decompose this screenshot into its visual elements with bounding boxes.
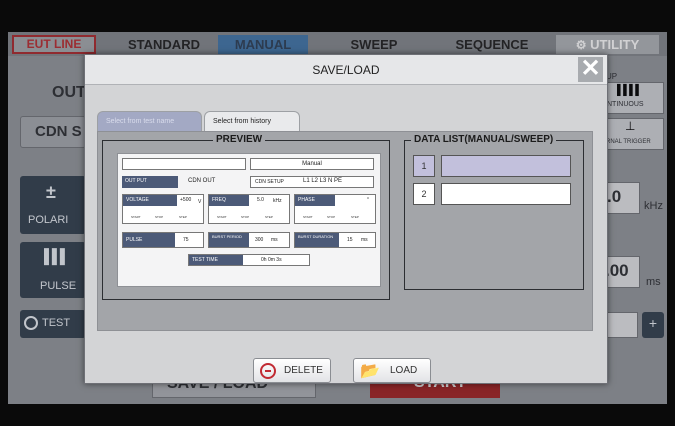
preview-test-time-label: TEST TIME [189, 255, 243, 265]
preview-pulse-label: PULSE [123, 233, 175, 247]
preview-burst-duration-label: BURST DURATION [295, 233, 339, 247]
preview-label: PREVIEW [213, 134, 266, 146]
tab-select-from-history[interactable]: Select from history [204, 111, 300, 131]
screen: EUT LINE STANDARD MANUAL SWEEP SEQUENCE … [0, 0, 675, 426]
preview-voltage: VOLTAGE +500 V START STOP STEP [122, 194, 204, 224]
preview-freq-stop: STOP [241, 215, 250, 219]
dialog-header: SAVE/LOAD ✕ [85, 55, 607, 85]
preview-freq-step: STEP [265, 215, 273, 219]
dialog-title: SAVE/LOAD [312, 63, 380, 77]
preview-cdn-setup-value: L1 L2 L3 N PE [303, 178, 343, 184]
preview-test-time-value: 0h 0m 3s [261, 257, 282, 263]
preview-phase-start: START [303, 215, 313, 219]
preview-voltage-start: START [131, 215, 141, 219]
preview-cdn-setup: CDN SETUP L1 L2 L3 N PE [250, 176, 374, 188]
preview-burst-period-unit: ms [271, 237, 278, 243]
load-label: LOAD [390, 365, 418, 376]
preview-freq-unit: kHz [273, 198, 282, 204]
data-list-label: DATA LIST(MANUAL/SWEEP) [411, 134, 557, 146]
preview-pulse-value: 75 [183, 237, 189, 243]
preview-voltage-stop: STOP [155, 215, 164, 219]
preview-voltage-step: STEP [179, 215, 187, 219]
preview-voltage-label: VOLTAGE [123, 195, 177, 206]
delete-label: DELETE [284, 365, 323, 376]
data-list-row-1[interactable] [441, 155, 571, 177]
preview-phase-step: STEP [351, 215, 359, 219]
preview-group: PREVIEW Manual OUT PUT CDN OUT CDN SETUP… [102, 134, 390, 300]
preview-name-field [122, 158, 246, 170]
data-list-row-2-number[interactable]: 2 [413, 183, 435, 205]
app-window: EUT LINE STANDARD MANUAL SWEEP SEQUENCE … [8, 32, 667, 404]
preview-burst-period-label: BURST PERIOD [209, 233, 249, 247]
preview-freq-value: 5.0 [257, 197, 264, 203]
preview-freq-start: START [217, 215, 227, 219]
preview-output-label: OUT PUT [122, 176, 178, 188]
data-list-group: DATA LIST(MANUAL/SWEEP) 1 2 [404, 134, 584, 290]
preview-burst-duration-value: 15 [347, 237, 353, 243]
preview-voltage-unit: V [198, 199, 202, 205]
close-button[interactable]: ✕ [578, 57, 603, 82]
folder-open-icon: 📂 [360, 363, 380, 380]
preview-card: Manual OUT PUT CDN OUT CDN SETUP L1 L2 L… [117, 153, 381, 287]
preview-phase-stop: STOP [327, 215, 336, 219]
preview-burst-duration: BURST DURATION 15 ms [294, 232, 376, 248]
tab-select-from-test-name[interactable]: Select from test name [97, 111, 202, 131]
preview-test-time: TEST TIME 0h 0m 3s [188, 254, 310, 266]
delete-button[interactable]: DELETE [253, 358, 331, 383]
preview-burst-period: BURST PERIOD 300 ms [208, 232, 290, 248]
preview-burst-period-value: 300 [255, 237, 264, 243]
data-list-row-2[interactable] [441, 183, 571, 205]
preview-phase-unit: ° [367, 197, 369, 203]
preview-phase-label: PHASE [295, 195, 335, 206]
preview-freq: FREQ 5.0 kHz START STOP STEP [208, 194, 290, 224]
preview-pulse: PULSE 75 [122, 232, 204, 248]
preview-voltage-value: +500 [180, 197, 192, 203]
history-panel: PREVIEW Manual OUT PUT CDN OUT CDN SETUP… [97, 131, 593, 331]
load-button[interactable]: 📂 LOAD [353, 358, 431, 383]
preview-freq-label: FREQ [209, 195, 249, 206]
preview-cdn-setup-label: CDN SETUP [255, 179, 284, 185]
preview-phase: PHASE ° START STOP STEP [294, 194, 376, 224]
preview-burst-duration-unit: ms [361, 237, 368, 243]
preview-mode: Manual [250, 158, 374, 170]
delete-icon [260, 363, 276, 379]
close-icon: ✕ [580, 55, 601, 82]
preview-output-value: CDN OUT [188, 178, 216, 184]
data-list-row-1-number[interactable]: 1 [413, 155, 435, 177]
save-load-dialog: SAVE/LOAD ✕ Select from test name Select… [84, 54, 608, 384]
